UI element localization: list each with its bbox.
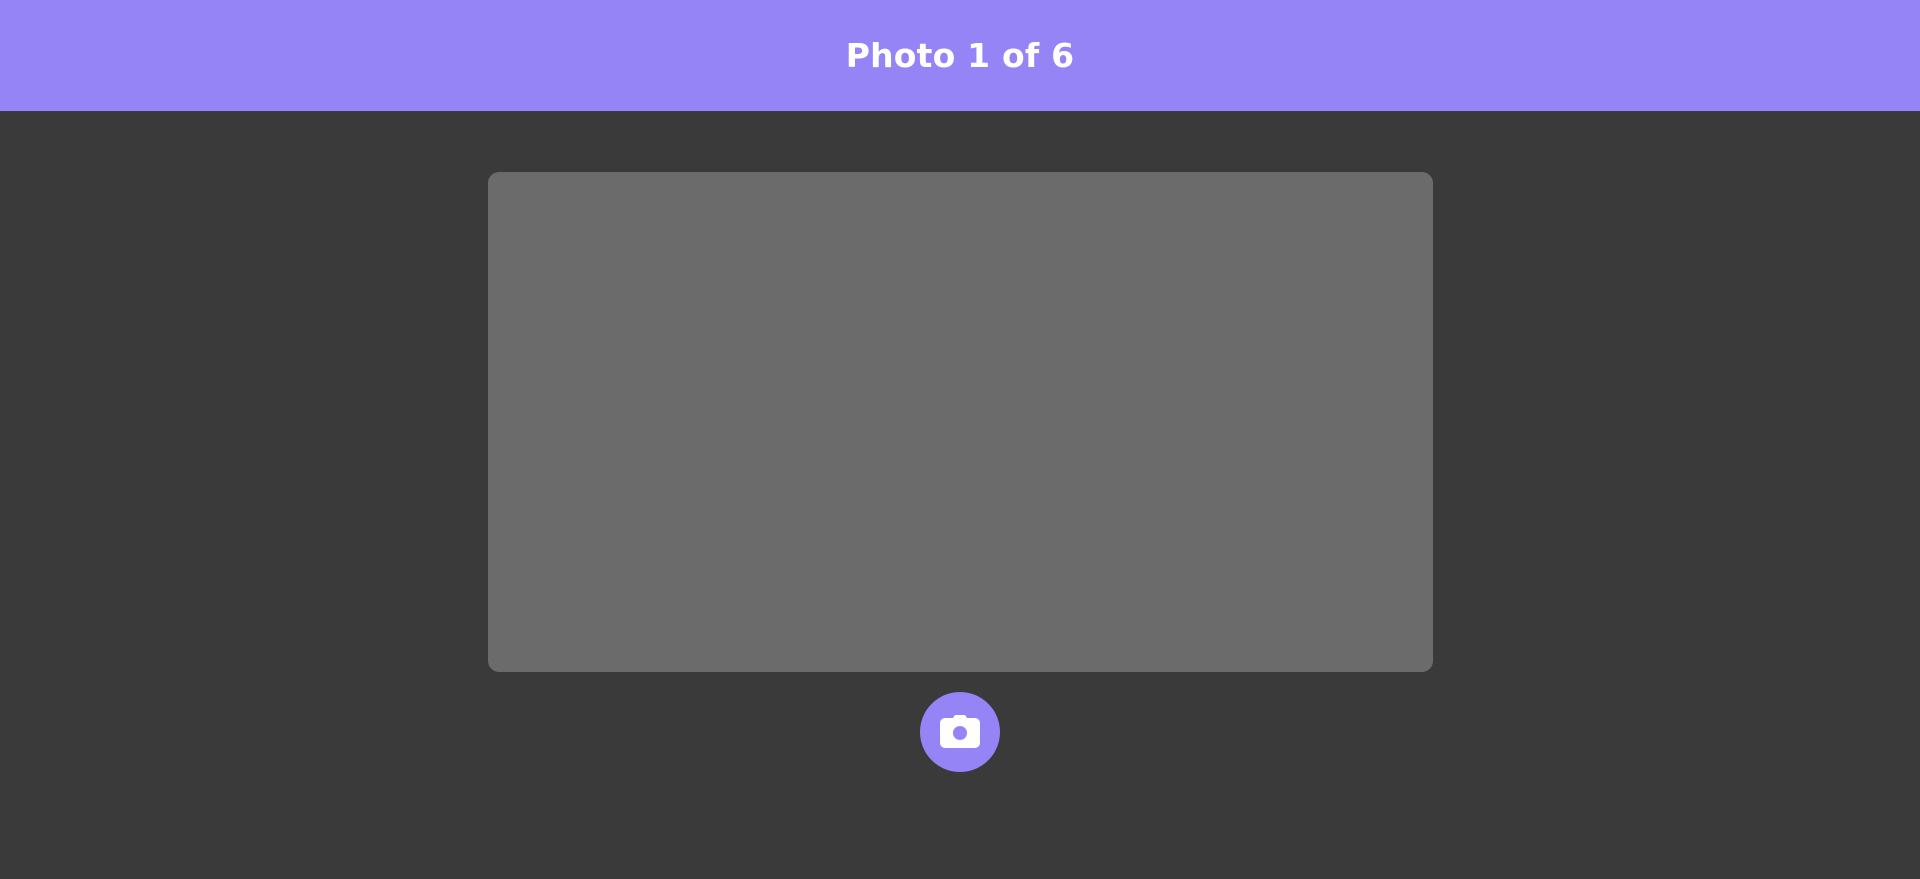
camera-icon [939, 714, 981, 750]
top-bar: Photo 1 of 6 [0, 0, 1920, 111]
camera-preview [488, 172, 1433, 672]
capture-photo-button[interactable] [920, 692, 1000, 772]
page-title: Photo 1 of 6 [845, 36, 1075, 75]
